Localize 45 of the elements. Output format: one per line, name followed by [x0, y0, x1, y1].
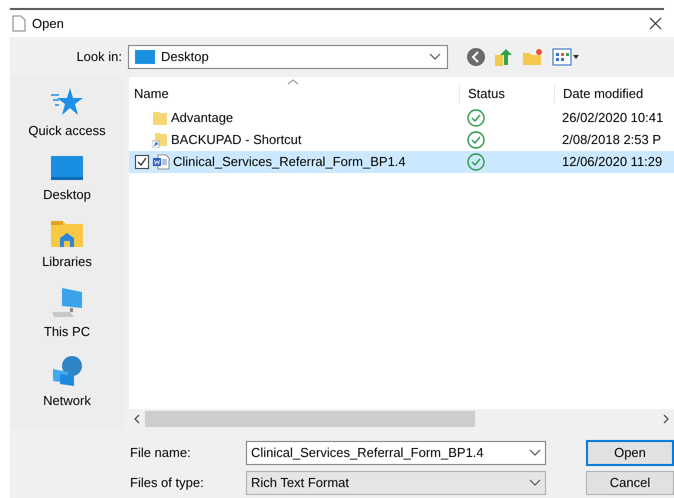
column-header[interactable]: Name	[129, 84, 459, 103]
monitor-icon	[50, 154, 84, 180]
look-in-label: Look in:	[75, 48, 123, 66]
view-menu-icon[interactable]	[552, 48, 580, 66]
document-icon	[12, 15, 26, 32]
date-modified: 26/02/2020 10:41	[561, 109, 664, 128]
file-type-dropdown[interactable]: Rich Text Format	[246, 471, 546, 495]
column-header[interactable]: Date modified	[554, 84, 674, 103]
cancel-button[interactable]: Cancel	[586, 471, 674, 495]
window-title: Open	[32, 14, 64, 33]
folder-shortcut-icon	[152, 132, 168, 148]
word-document-icon	[152, 154, 170, 170]
monitor-icon	[135, 50, 155, 64]
new-folder-icon[interactable]	[522, 47, 544, 67]
close-icon[interactable]	[649, 17, 662, 30]
file-name: Advantage	[171, 109, 234, 128]
file-name-field[interactable]: Clinical_Services_Referral_Form_BP1.4	[246, 441, 546, 465]
file-row[interactable]: Clinical_Services_Referral_Form_BP1.4 12/06/2020 11:29	[129, 151, 674, 173]
sidebar-item[interactable]: Desktop	[43, 184, 91, 204]
open-button[interactable]: Open	[586, 440, 674, 466]
checkbox-icon[interactable]	[135, 155, 149, 169]
column-header[interactable]: Status	[459, 84, 554, 103]
file-name: BACKUPAD - Shortcut	[171, 131, 302, 150]
file-name: Clinical_Services_Referral_Form_BP1.4	[173, 153, 406, 172]
scroll-left-icon[interactable]	[133, 414, 141, 424]
folder-icon	[50, 218, 84, 248]
date-modified: 2/08/2018 2:53 P	[561, 131, 662, 150]
scroll-right-icon[interactable]	[662, 414, 670, 424]
sidebar-item[interactable]: Quick access	[28, 121, 106, 140]
sidebar-item[interactable]: Network	[43, 391, 91, 410]
back-icon[interactable]	[466, 47, 486, 67]
file-type-label: Files of type:	[130, 474, 205, 492]
date-modified: 12/06/2020 11:29	[561, 153, 662, 172]
folder-icon	[152, 110, 168, 126]
network-icon	[50, 355, 84, 387]
sidebar-item[interactable]: Libraries	[42, 252, 92, 272]
computer-icon	[50, 286, 84, 318]
file-name-label: File name:	[130, 444, 192, 462]
look-in-dropdown[interactable]: Desktop	[128, 45, 448, 69]
scrollbar-thumb[interactable]	[145, 411, 475, 427]
sidebar-item[interactable]: This PC	[44, 322, 90, 341]
file-row[interactable]: BACKUPAD - Shortcut 2/08/2018 2:53 P	[129, 129, 674, 151]
star-icon	[50, 87, 84, 117]
up-folder-icon[interactable]	[494, 47, 514, 67]
file-row[interactable]: Advantage 26/02/2020 10:41	[129, 107, 674, 129]
